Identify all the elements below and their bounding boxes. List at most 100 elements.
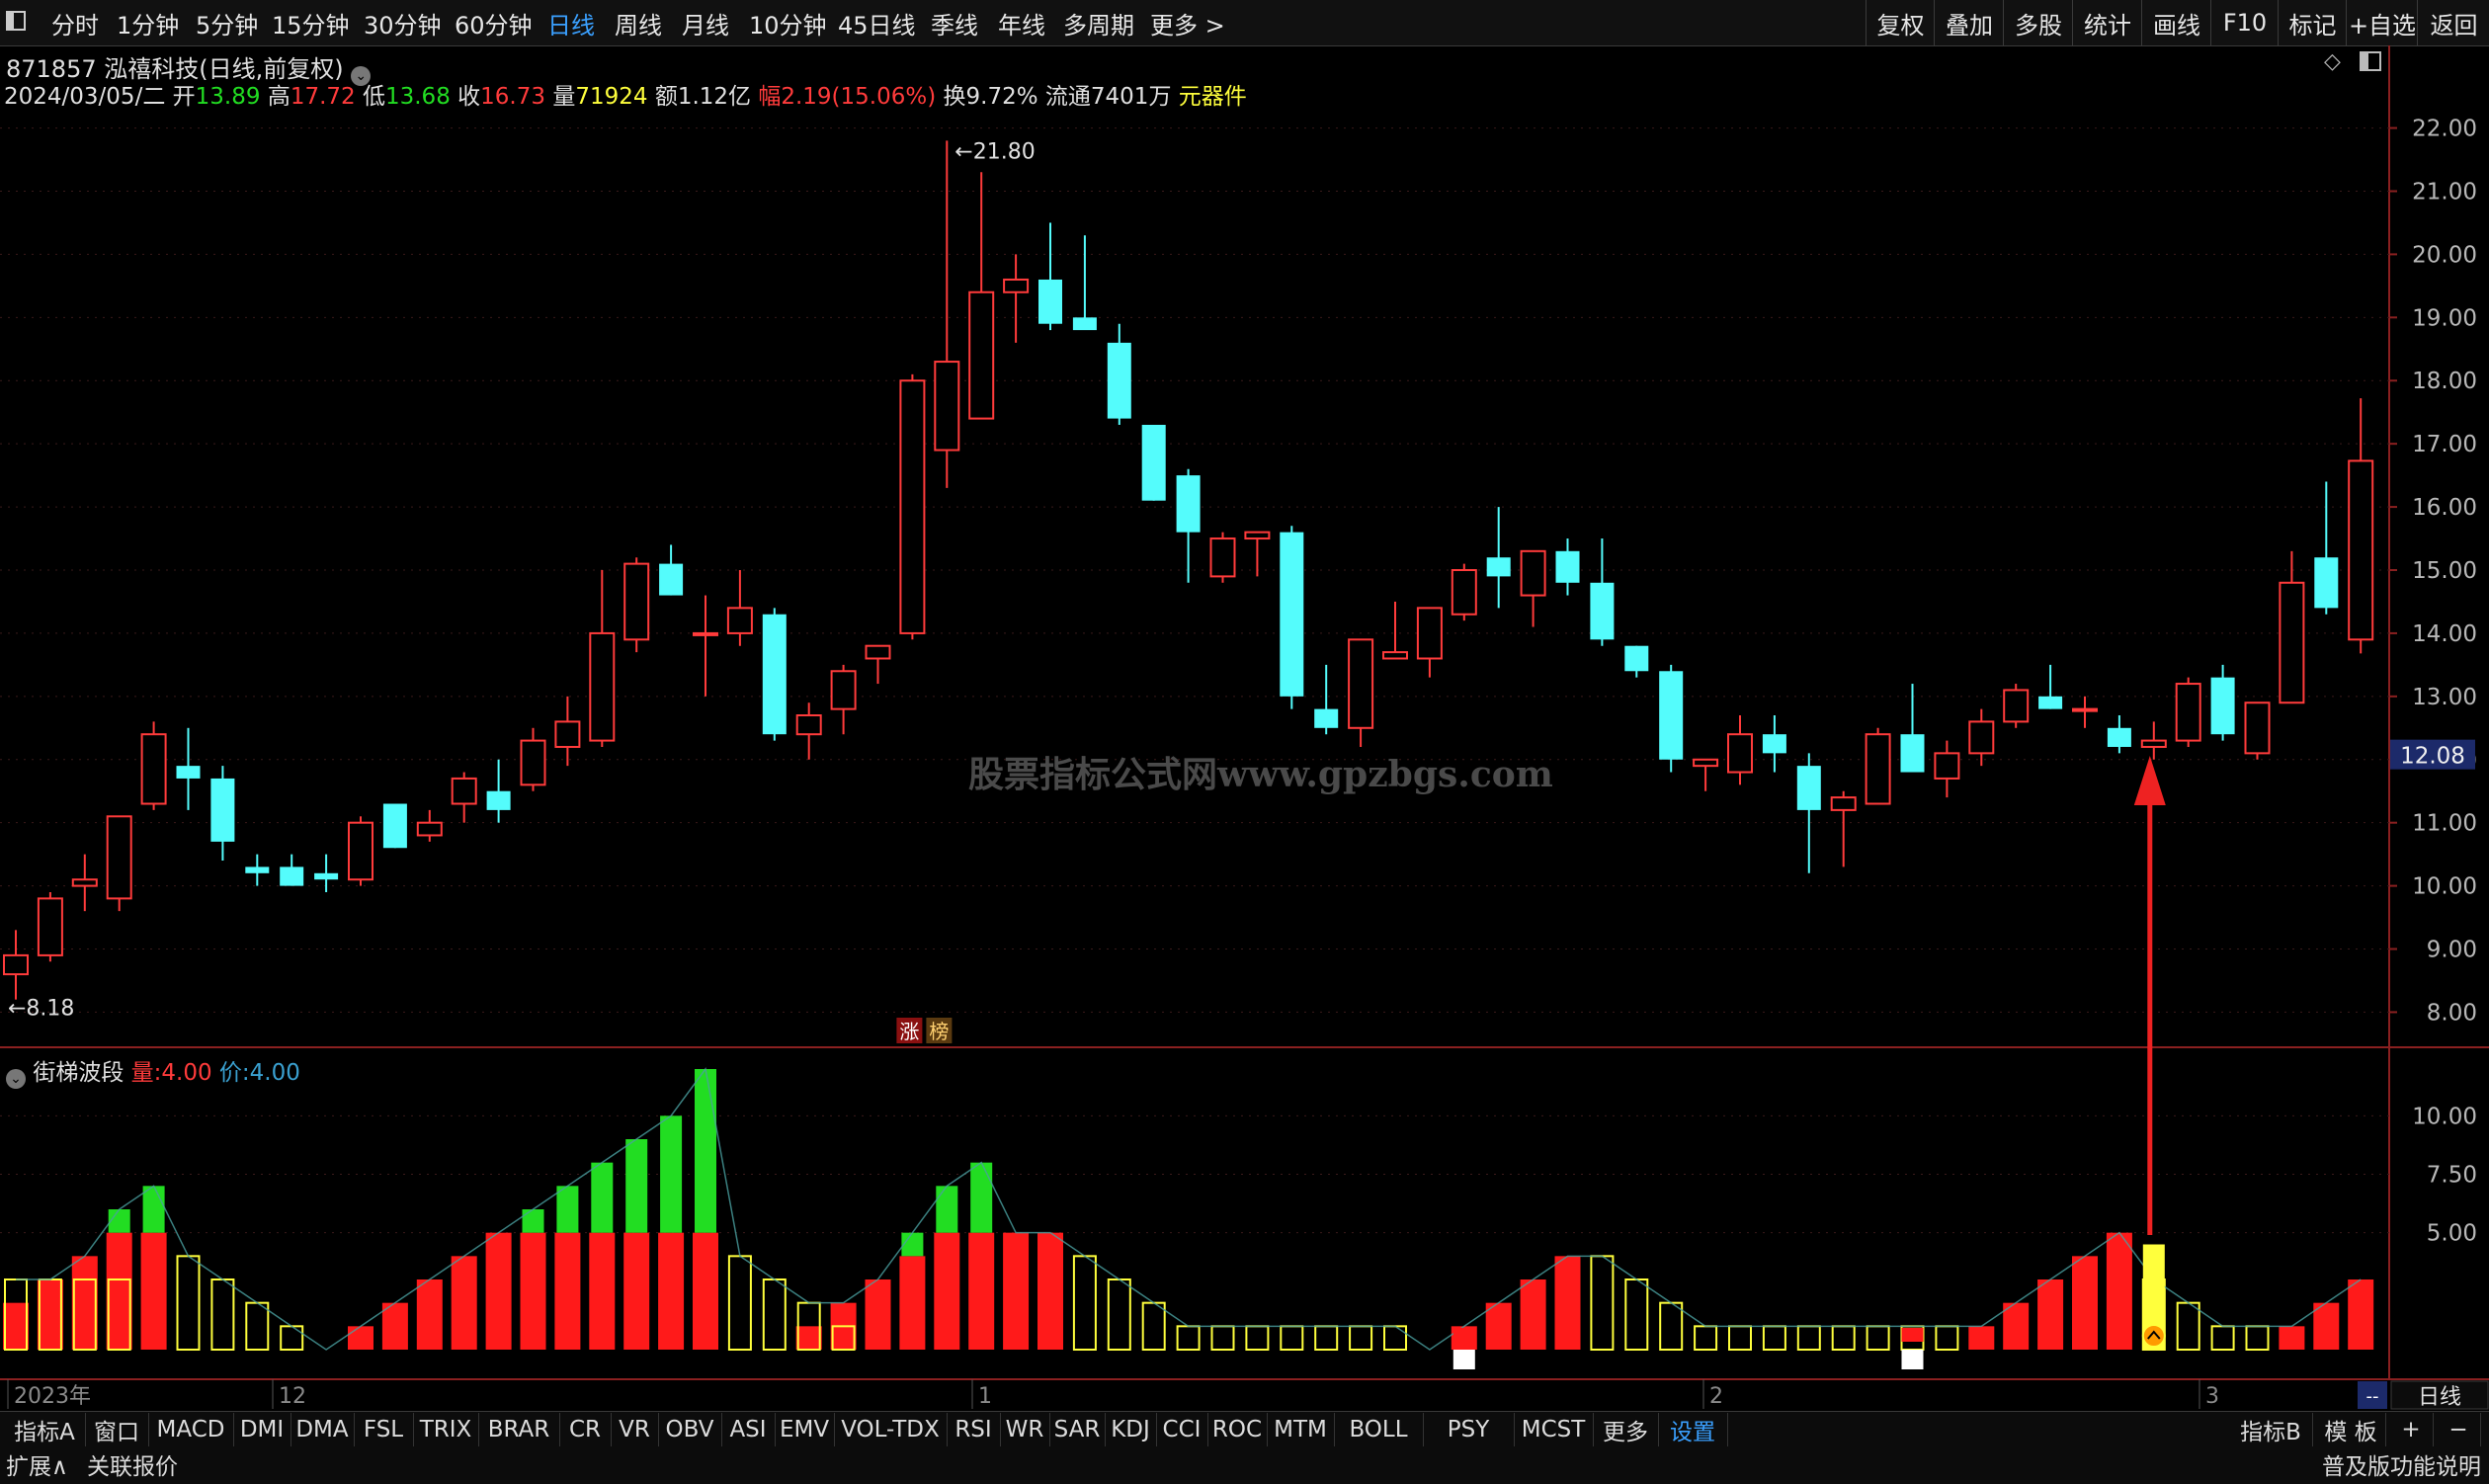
candle[interactable] <box>726 570 753 646</box>
indicator-tab-3[interactable]: DMI <box>233 1413 291 1446</box>
indicator-tab-5[interactable]: FSL <box>354 1413 414 1446</box>
indicator-tab-21[interactable]: BOLL <box>1334 1413 1424 1446</box>
candle[interactable] <box>1555 538 1580 596</box>
candle[interactable] <box>1486 507 1511 609</box>
indicator-tab-0[interactable]: 指标A <box>4 1413 86 1446</box>
candle[interactable] <box>2038 664 2063 709</box>
candle[interactable] <box>623 557 650 653</box>
candle[interactable] <box>1280 526 1304 709</box>
candle[interactable] <box>280 854 304 886</box>
right-tab-1[interactable]: 模 板 <box>2316 1413 2386 1446</box>
candle[interactable] <box>693 595 718 697</box>
indicator-tab-2[interactable]: MACD <box>148 1413 234 1446</box>
related-quote-button[interactable]: 关联报价 <box>87 1448 178 1480</box>
kline-chart[interactable]: 22.0021.0020.0019.0018.0017.0016.0015.00… <box>0 0 2489 1483</box>
candle[interactable] <box>659 544 684 596</box>
indicator-tab-4[interactable]: DMA <box>290 1413 355 1446</box>
candle[interactable] <box>382 803 407 849</box>
candle[interactable] <box>37 891 63 962</box>
indicator-tab-18[interactable]: CCI <box>1156 1413 1208 1446</box>
right-tab-2[interactable]: + <box>2389 1413 2434 1446</box>
candle[interactable] <box>934 140 960 488</box>
candle[interactable] <box>71 854 98 912</box>
candle[interactable] <box>314 854 339 892</box>
candle[interactable] <box>1659 664 1684 773</box>
candle[interactable] <box>2107 715 2131 754</box>
candle[interactable] <box>830 664 857 735</box>
candle[interactable] <box>1762 715 1786 773</box>
indicator-tab-14[interactable]: RSI <box>947 1413 1001 1446</box>
help-link[interactable]: 普及版功能说明 <box>2322 1448 2481 1480</box>
candle[interactable] <box>1209 532 1236 583</box>
candle[interactable] <box>1830 790 1857 867</box>
candle[interactable] <box>1934 740 1960 798</box>
candle[interactable] <box>1693 758 1719 791</box>
candle[interactable] <box>899 373 926 640</box>
expand-button[interactable]: 扩展∧ <box>6 1448 68 1480</box>
indicator-tab-16[interactable]: SAR <box>1049 1413 1106 1446</box>
candle[interactable] <box>1348 638 1374 747</box>
candle[interactable] <box>416 809 443 842</box>
indicator-tab-6[interactable]: TRIX <box>413 1413 479 1446</box>
candle[interactable] <box>554 696 581 767</box>
candle[interactable] <box>1968 708 1995 767</box>
candle[interactable] <box>3 930 29 1000</box>
right-tab-0[interactable]: 指标B <box>2229 1413 2313 1446</box>
candle[interactable] <box>1072 235 1097 331</box>
candle[interactable] <box>140 721 167 810</box>
indicator-tab-12[interactable]: EMV <box>775 1413 835 1446</box>
indicator-tab-20[interactable]: MTM <box>1267 1413 1335 1446</box>
indicator-tab-25[interactable]: 设置 <box>1658 1413 1728 1446</box>
candle[interactable] <box>1865 727 1891 805</box>
candle[interactable] <box>1314 664 1339 735</box>
indicator-tab-24[interactable]: 更多 <box>1593 1413 1659 1446</box>
candle[interactable] <box>1451 563 1477 621</box>
candle[interactable] <box>1176 468 1201 583</box>
candle[interactable] <box>348 816 373 886</box>
candle[interactable] <box>2003 684 2030 728</box>
candle[interactable] <box>1796 753 1821 873</box>
indicator-tab-8[interactable]: CR <box>559 1413 612 1446</box>
indicator-tab-11[interactable]: ASI <box>721 1413 776 1446</box>
right-tab-3[interactable]: − <box>2437 1413 2481 1446</box>
candle[interactable] <box>968 172 995 420</box>
indicator-tab-17[interactable]: KDJ <box>1105 1413 1157 1446</box>
indicator-tab-10[interactable]: OBV <box>658 1413 722 1446</box>
indicator-tab-19[interactable]: ROC <box>1207 1413 1268 1446</box>
candle[interactable] <box>1624 645 1649 678</box>
candle[interactable] <box>762 608 787 741</box>
indicator-tab-22[interactable]: PSY <box>1423 1413 1515 1446</box>
candle[interactable] <box>210 766 235 862</box>
candle[interactable] <box>2140 721 2167 760</box>
indicator-toggle-icon[interactable]: ⌄ <box>6 1069 26 1089</box>
candle[interactable] <box>245 854 270 886</box>
candle[interactable] <box>520 727 546 791</box>
candle[interactable] <box>1141 424 1166 501</box>
candle[interactable] <box>795 702 822 760</box>
candle[interactable] <box>486 759 511 823</box>
candle[interactable] <box>2314 481 2339 615</box>
candle[interactable] <box>176 727 201 810</box>
candle[interactable] <box>2072 696 2098 728</box>
candle[interactable] <box>2348 398 2374 654</box>
indicator-tab-15[interactable]: WR <box>1000 1413 1050 1446</box>
candle[interactable] <box>2279 550 2305 704</box>
candle[interactable] <box>1038 222 1062 331</box>
candle[interactable] <box>106 815 132 912</box>
candle[interactable] <box>2210 664 2235 741</box>
candle[interactable] <box>865 644 891 685</box>
candle[interactable] <box>1416 607 1443 678</box>
candle[interactable] <box>1520 549 1546 627</box>
candle[interactable] <box>1590 538 1615 646</box>
candle[interactable] <box>1382 601 1408 660</box>
indicator-tab-9[interactable]: VR <box>611 1413 659 1446</box>
candle[interactable] <box>1107 323 1131 425</box>
indicator-tab-1[interactable]: 窗口 <box>85 1413 149 1446</box>
candle[interactable] <box>589 570 616 747</box>
candle[interactable] <box>1003 254 1030 343</box>
indicator-tab-23[interactable]: MCST <box>1514 1413 1594 1446</box>
candle[interactable] <box>2244 701 2271 760</box>
candle[interactable] <box>1727 715 1753 785</box>
candle[interactable] <box>1900 684 1925 773</box>
candle[interactable] <box>2175 677 2201 747</box>
